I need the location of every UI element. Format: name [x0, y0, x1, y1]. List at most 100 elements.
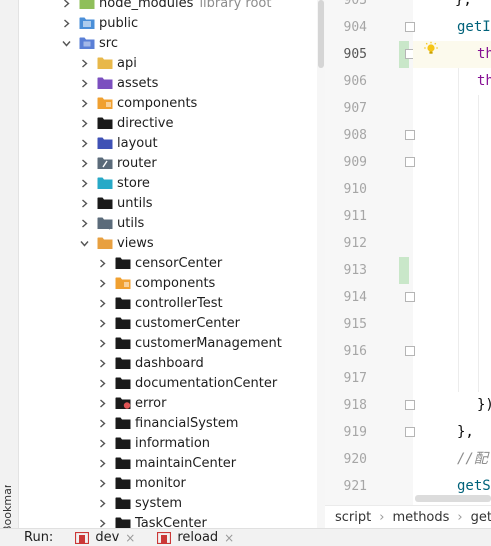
tree-row[interactable]: utils	[19, 213, 317, 233]
line-number[interactable]: 908	[325, 122, 367, 149]
tree-row[interactable]: assets	[19, 73, 317, 93]
chevron-right-icon[interactable]	[95, 496, 109, 510]
close-icon[interactable]: ×	[224, 531, 234, 545]
bookmarks-tool-button[interactable]: Bookmarks	[1, 485, 17, 533]
tree-row[interactable]: maintainCenter	[19, 453, 317, 473]
breadcrumb-item[interactable]: getIn	[471, 510, 491, 525]
folder-icon	[115, 376, 131, 390]
line-number[interactable]: 913	[325, 257, 367, 284]
run-tab-reload[interactable]: reload ×	[157, 530, 234, 545]
tree-row[interactable]: public	[19, 13, 317, 33]
line-number[interactable]: 919	[325, 419, 367, 446]
folder-router-icon	[97, 156, 113, 170]
chevron-right-icon[interactable]	[95, 376, 109, 390]
chevron-right-icon[interactable]	[95, 356, 109, 370]
tree-row[interactable]: customerManagement	[19, 333, 317, 353]
line-number[interactable]: 903	[325, 0, 367, 14]
tree-row[interactable]: node_modules library root	[19, 0, 317, 13]
folder-assets-icon	[97, 76, 113, 90]
line-number[interactable]: 906	[325, 68, 367, 95]
tree-row[interactable]: controllerTest	[19, 293, 317, 313]
chevron-right-icon[interactable]	[95, 456, 109, 470]
line-number[interactable]: 915	[325, 311, 367, 338]
chevron-right-icon[interactable]	[77, 216, 91, 230]
run-tab-dev[interactable]: dev ×	[75, 530, 135, 545]
fold-marker-icon[interactable]	[405, 22, 415, 32]
vcs-change-marker[interactable]	[399, 257, 409, 284]
project-tree-scrollbar[interactable]	[317, 0, 325, 528]
chevron-right-icon[interactable]	[77, 116, 91, 130]
breadcrumb-item[interactable]: methods	[392, 510, 449, 525]
code-line-905: th	[477, 46, 491, 62]
tree-row[interactable]: censorCenter	[19, 253, 317, 273]
tree-row[interactable]: system	[19, 493, 317, 513]
tree-row[interactable]: TaskCenter	[19, 513, 317, 528]
tree-row[interactable]: financialSystem	[19, 413, 317, 433]
chevron-right-icon[interactable]	[95, 516, 109, 528]
tree-row[interactable]: components	[19, 273, 317, 293]
tree-row[interactable]: untils	[19, 193, 317, 213]
fold-marker-icon[interactable]	[405, 427, 415, 437]
tree-row[interactable]: directive	[19, 113, 317, 133]
chevron-right-icon[interactable]	[59, 16, 73, 30]
code-editor[interactable]: 903 904 905 906 907 908 909 910 911 912 913 914 915 9…	[325, 0, 491, 505]
chevron-right-icon[interactable]	[95, 256, 109, 270]
tree-row[interactable]: error	[19, 393, 317, 413]
tree-row[interactable]: monitor	[19, 473, 317, 493]
chevron-right-icon[interactable]	[77, 176, 91, 190]
chevron-right-icon[interactable]	[59, 0, 73, 10]
line-number[interactable]: 920	[325, 446, 367, 473]
chevron-right-icon[interactable]	[95, 316, 109, 330]
fold-marker-icon[interactable]	[405, 346, 415, 356]
breadcrumb-item[interactable]: script	[335, 510, 371, 525]
chevron-right-icon[interactable]	[95, 396, 109, 410]
fold-marker-icon[interactable]	[405, 400, 415, 410]
editor-horizontal-scrollbar[interactable]	[415, 495, 491, 502]
chevron-right-icon[interactable]	[77, 76, 91, 90]
chevron-right-icon[interactable]	[95, 336, 109, 350]
chevron-right-icon[interactable]	[95, 276, 109, 290]
tree-row[interactable]: layout	[19, 133, 317, 153]
chevron-right-icon[interactable]	[77, 136, 91, 150]
tree-row[interactable]: components	[19, 93, 317, 113]
tree-row[interactable]: router	[19, 153, 317, 173]
tree-row[interactable]: dashboard	[19, 353, 317, 373]
tree-row[interactable]: customerCenter	[19, 313, 317, 333]
line-number[interactable]: 918	[325, 392, 367, 419]
line-number[interactable]: 912	[325, 230, 367, 257]
chevron-right-icon[interactable]	[77, 196, 91, 210]
line-number[interactable]: 905	[325, 41, 367, 68]
chevron-down-icon[interactable]	[59, 36, 73, 50]
close-icon[interactable]: ×	[125, 531, 135, 545]
tree-row[interactable]: src	[19, 33, 317, 53]
chevron-down-icon[interactable]	[77, 236, 91, 250]
line-number[interactable]: 917	[325, 365, 367, 392]
line-number[interactable]: 909	[325, 149, 367, 176]
line-number[interactable]: 921	[325, 473, 367, 500]
line-number[interactable]: 914	[325, 284, 367, 311]
chevron-right-icon[interactable]	[77, 56, 91, 70]
line-number[interactable]: 907	[325, 95, 367, 122]
chevron-right-icon[interactable]	[77, 96, 91, 110]
line-number[interactable]: 904	[325, 14, 367, 41]
chevron-right-icon[interactable]	[95, 436, 109, 450]
chevron-right-icon[interactable]	[95, 416, 109, 430]
chevron-right-icon[interactable]	[95, 296, 109, 310]
tree-row[interactable]: api	[19, 53, 317, 73]
chevron-right-icon[interactable]	[95, 476, 109, 490]
tree-row-label: store	[117, 175, 150, 191]
fold-marker-icon[interactable]	[405, 130, 415, 140]
line-number[interactable]: 910	[325, 176, 367, 203]
tree-row-label: components	[117, 95, 198, 111]
chevron-right-icon[interactable]	[77, 156, 91, 170]
tree-row[interactable]: information	[19, 433, 317, 453]
scrollbar-thumb[interactable]	[318, 0, 324, 68]
lightbulb-icon[interactable]	[423, 41, 439, 57]
tree-row[interactable]: views	[19, 233, 317, 253]
fold-marker-icon[interactable]	[405, 292, 415, 302]
fold-marker-icon[interactable]	[405, 157, 415, 167]
tree-row[interactable]: store	[19, 173, 317, 193]
line-number[interactable]: 916	[325, 338, 367, 365]
tree-row[interactable]: documentationCenter	[19, 373, 317, 393]
line-number[interactable]: 911	[325, 203, 367, 230]
